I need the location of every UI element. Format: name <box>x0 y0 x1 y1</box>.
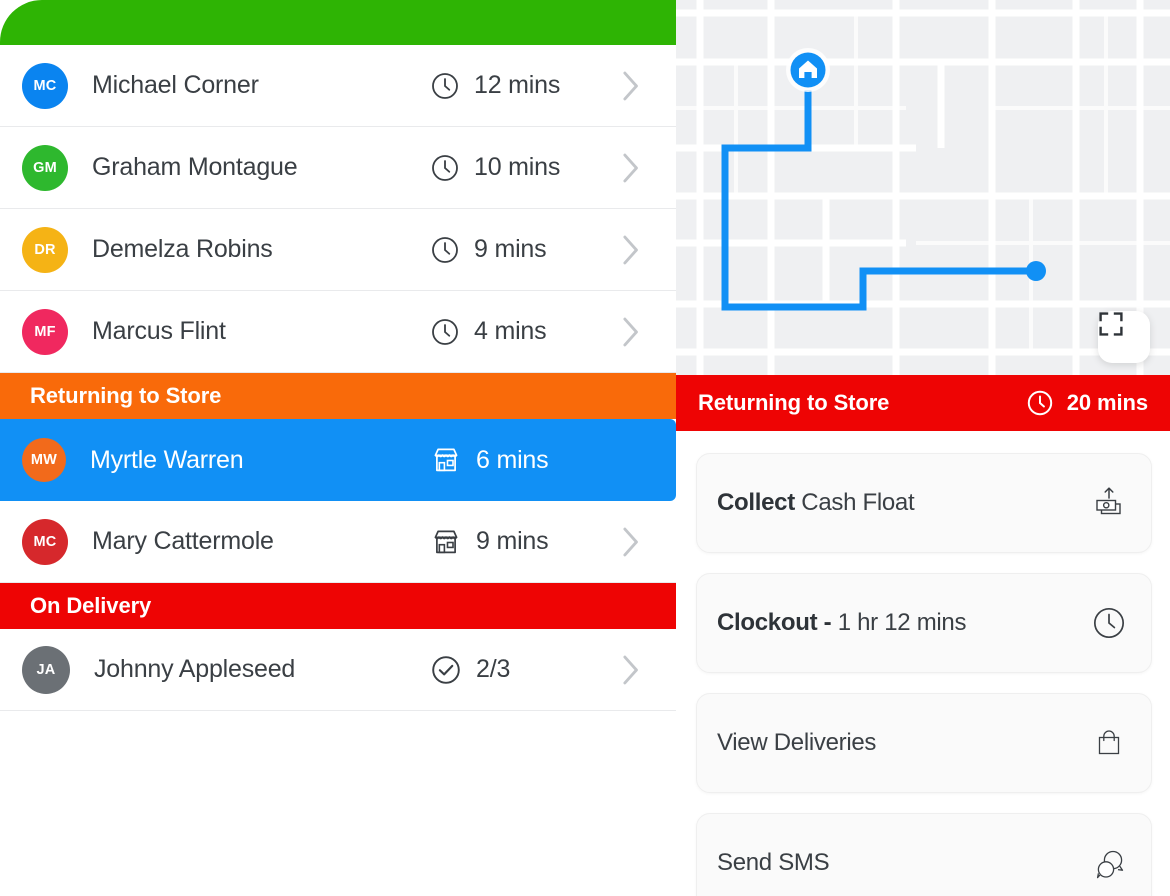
chat-bubbles-icon <box>1089 843 1129 883</box>
cash-float-icon <box>1089 483 1129 523</box>
collect-cash-float-button[interactable]: Collect Cash Float <box>696 453 1152 553</box>
eta-text: 4 mins <box>474 317 547 345</box>
clock-icon <box>1027 390 1052 416</box>
clock-icon <box>432 154 458 181</box>
driver-name: Myrtle Warren <box>90 445 244 474</box>
driver-list-panel: MC Michael Corner 12 mins GM Graham Mont… <box>0 0 676 896</box>
driver-name: Demelza Robins <box>92 235 273 263</box>
clock-icon <box>1089 603 1129 643</box>
section-header-returning-to-store: Returning to Store <box>0 373 676 419</box>
driver-row-johnny-appleseed[interactable]: JA Johnny Appleseed 2/3 <box>0 629 676 711</box>
eta-block: 10 mins <box>430 153 560 183</box>
avatar: GM <box>22 144 68 191</box>
driver-row-mary-cattermole[interactable]: MC Mary Cattermole 9 mins <box>0 501 676 583</box>
driver-row-myrtle-warren[interactable]: MW Myrtle Warren 6 mins <box>0 419 676 501</box>
card-label-strong: Collect <box>717 489 795 516</box>
eta-text: 9 mins <box>476 527 549 555</box>
driver-row-michael-corner[interactable]: MC Michael Corner 12 mins <box>0 45 676 127</box>
avatar: MC <box>22 518 68 565</box>
status-badge: Returning to Store <box>698 390 890 415</box>
avatar: MC <box>22 62 68 109</box>
chevron-right-icon[interactable] <box>622 655 640 685</box>
driver-name: Mary Cattermole <box>92 527 274 555</box>
eta-block: 9 mins <box>430 526 549 558</box>
driver-name: Michael Corner <box>92 71 259 99</box>
eta-text: 6 mins <box>476 445 549 474</box>
action-card-list: Collect Cash Float Clockout - 1 hr 12 mi… <box>676 431 1170 896</box>
map-canvas <box>676 0 1170 375</box>
store-icon <box>434 530 458 553</box>
route-map[interactable] <box>676 0 1170 375</box>
avatar: MW <box>22 438 66 482</box>
clockout-button[interactable]: Clockout - 1 hr 12 mins <box>696 573 1152 673</box>
chevron-right-icon[interactable] <box>622 153 640 183</box>
eta-text: 2/3 <box>476 655 511 683</box>
card-label-strong: Clockout - <box>717 609 832 636</box>
chevron-right-icon[interactable] <box>622 71 640 101</box>
status-bar-eta-block: 20 mins <box>1026 389 1148 417</box>
card-label-rest: Send SMS <box>717 849 830 876</box>
driver-row-marcus-flint[interactable]: MF Marcus Flint 4 mins <box>0 291 676 373</box>
status-bar: Returning to Store 20 mins <box>676 375 1170 431</box>
card-label: Send SMS <box>717 849 830 877</box>
eta-text: 12 mins <box>474 71 561 99</box>
eta-block: 2/3 <box>430 654 510 686</box>
store-icon <box>434 448 458 472</box>
fullscreen-button[interactable] <box>1098 311 1150 363</box>
eta-text: 10 mins <box>474 153 561 181</box>
clock-icon <box>432 236 458 263</box>
driver-row-demelza-robins[interactable]: DR Demelza Robins 9 mins <box>0 209 676 291</box>
chevron-right-icon[interactable] <box>622 235 640 265</box>
eta-block: 9 mins <box>430 235 547 265</box>
driver-name: Johnny Appleseed <box>94 655 296 683</box>
check-circle-icon <box>432 655 460 684</box>
card-label-rest: 1 hr 12 mins <box>831 609 967 636</box>
eta-block: 4 mins <box>430 317 547 347</box>
eta-block: 12 mins <box>430 71 560 101</box>
status-bar-eta: 20 mins <box>1066 390 1148 415</box>
avatar: DR <box>22 226 68 273</box>
section-header-on-delivery: On Delivery <box>0 583 676 629</box>
card-label: Clockout - 1 hr 12 mins <box>717 609 966 637</box>
destination-dot-marker <box>1026 261 1046 281</box>
available-section-header <box>0 0 676 45</box>
card-label-rest: Cash Float <box>794 489 915 516</box>
card-label: Collect Cash Float <box>717 489 915 517</box>
home-icon[interactable] <box>784 46 832 94</box>
eta-text: 9 mins <box>474 235 547 263</box>
clock-icon <box>432 318 458 345</box>
shopping-bag-icon <box>1089 723 1129 763</box>
eta-block: 6 mins <box>430 444 549 476</box>
driver-name: Marcus Flint <box>92 317 226 345</box>
clock-icon <box>432 72 458 99</box>
detail-panel: Returning to Store 20 mins Collect Cash … <box>676 0 1170 896</box>
avatar: JA <box>22 645 70 694</box>
driver-name: Graham Montague <box>92 153 298 181</box>
send-sms-button[interactable]: Send SMS <box>696 813 1152 896</box>
card-label: View Deliveries <box>717 729 876 757</box>
app-root: MC Michael Corner 12 mins GM Graham Mont… <box>0 0 1170 896</box>
chevron-right-icon[interactable] <box>622 527 640 557</box>
driver-row-graham-montague[interactable]: GM Graham Montague 10 mins <box>0 127 676 209</box>
avatar: MF <box>22 308 68 355</box>
chevron-right-icon[interactable] <box>622 317 640 347</box>
card-label-rest: View Deliveries <box>717 729 877 756</box>
view-deliveries-button[interactable]: View Deliveries <box>696 693 1152 793</box>
fullscreen-icon <box>1099 312 1123 336</box>
